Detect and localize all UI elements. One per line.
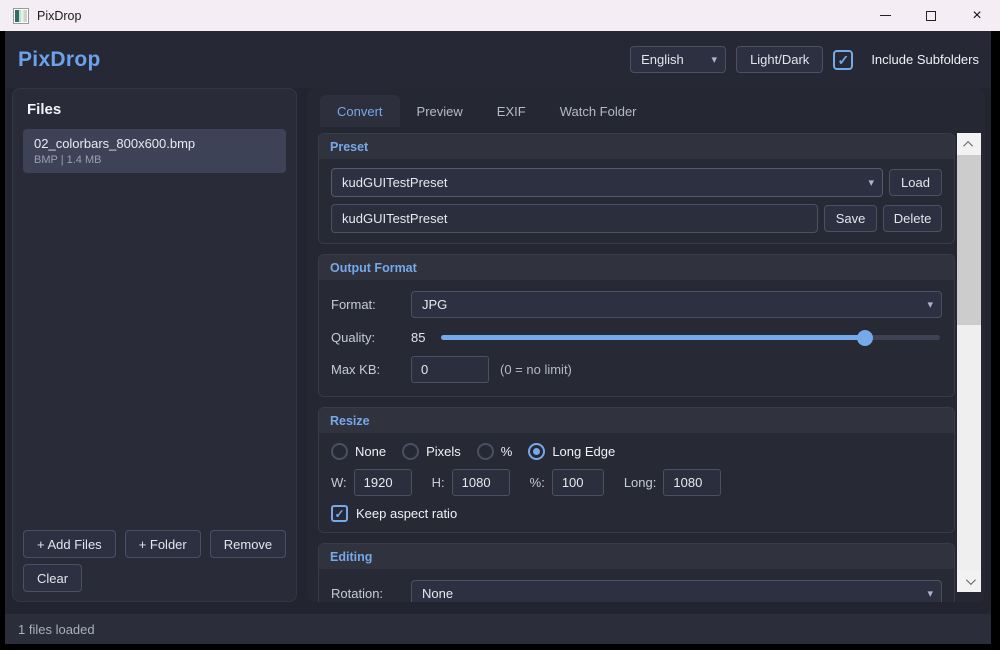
height-label: H:	[432, 475, 445, 490]
theme-toggle-button[interactable]: Light/Dark	[736, 46, 823, 73]
check-icon: ✓	[837, 53, 849, 67]
app-title: PixDrop	[5, 48, 630, 72]
files-panel: Files 02_colorbars_800x600.bmp BMP | 1.4…	[12, 88, 297, 602]
scroll-down-button[interactable]	[957, 570, 981, 592]
chevron-down-icon: ▾	[868, 176, 874, 189]
main-panel: Convert Preview EXIF Watch Folder Preset…	[307, 88, 985, 602]
files-panel-title: Files	[13, 89, 296, 118]
check-icon: ✓	[334, 508, 344, 520]
os-titlebar: PixDrop ×	[0, 0, 1000, 31]
preset-section-title: Preset	[319, 134, 954, 159]
preset-load-button[interactable]: Load	[889, 169, 942, 196]
keep-aspect-checkbox[interactable]: ✓	[331, 505, 348, 522]
close-button[interactable]: ×	[954, 0, 1000, 31]
maximize-icon	[926, 11, 936, 21]
maxkb-hint: (0 = no limit)	[500, 362, 572, 377]
app-header: PixDrop English ▾ Light/Dark ✓ Include S…	[5, 31, 991, 88]
quality-slider-fill	[441, 335, 865, 340]
quality-label: Quality:	[331, 330, 411, 345]
resize-radio-long-edge[interactable]	[528, 443, 545, 460]
maximize-button[interactable]	[908, 0, 954, 31]
resize-section-title: Resize	[319, 408, 954, 433]
preset-delete-button[interactable]: Delete	[883, 205, 942, 232]
clear-button[interactable]: Clear	[23, 564, 82, 592]
output-format-section: Output Format Format: JPG ▾ Quality: 85	[318, 254, 955, 397]
tab-convert[interactable]: Convert	[320, 95, 400, 127]
vertical-scrollbar[interactable]	[957, 133, 981, 592]
minimize-button[interactable]	[862, 0, 908, 31]
resize-radio-none[interactable]	[331, 443, 348, 460]
keep-aspect-label: Keep aspect ratio	[356, 506, 457, 521]
chevron-down-icon: ▾	[712, 53, 718, 66]
quality-slider-thumb[interactable]	[857, 330, 873, 346]
maxkb-label: Max KB:	[331, 362, 411, 377]
chevron-down-icon	[965, 575, 975, 585]
preset-name-input[interactable]	[331, 204, 818, 233]
app-window: PixDrop English ▾ Light/Dark ✓ Include S…	[5, 31, 991, 644]
long-edge-label: Long:	[624, 475, 657, 490]
scrollbar-thumb[interactable]	[957, 155, 981, 325]
resize-radio-percent-label: %	[501, 444, 513, 459]
width-label: W:	[331, 475, 347, 490]
resize-radio-none-label: None	[355, 444, 386, 459]
add-files-button[interactable]: + Add Files	[23, 530, 116, 558]
maxkb-input[interactable]	[411, 356, 489, 383]
scroll-up-button[interactable]	[957, 133, 981, 155]
preset-select[interactable]: kudGUITestPreset ▾	[331, 168, 883, 197]
preset-select-value: kudGUITestPreset	[342, 175, 448, 190]
include-subfolders-label: Include Subfolders	[871, 52, 979, 67]
language-select-value: English	[641, 52, 684, 67]
convert-tab-content: Preset kudGUITestPreset ▾ Load Save Dele…	[318, 133, 955, 602]
resize-radio-pixels-label: Pixels	[426, 444, 461, 459]
format-label: Format:	[331, 297, 411, 312]
status-text: 1 files loaded	[18, 622, 95, 637]
percent-input[interactable]	[552, 469, 604, 496]
resize-radio-pixels[interactable]	[402, 443, 419, 460]
output-format-section-title: Output Format	[319, 255, 954, 280]
resize-radio-percent[interactable]	[477, 443, 494, 460]
chevron-up-icon	[963, 140, 973, 150]
language-select[interactable]: English ▾	[630, 46, 726, 73]
editing-section-title: Editing	[319, 544, 954, 569]
app-window-icon	[13, 8, 29, 24]
width-input[interactable]	[354, 469, 412, 496]
quality-value: 85	[411, 330, 441, 345]
status-bar: 1 files loaded	[5, 614, 991, 644]
rotation-select-value: None	[422, 586, 453, 601]
rotation-label: Rotation:	[331, 586, 411, 601]
include-subfolders-checkbox[interactable]: ✓	[833, 50, 853, 70]
tab-preview[interactable]: Preview	[400, 95, 480, 127]
quality-slider[interactable]	[441, 335, 940, 340]
format-select[interactable]: JPG ▾	[411, 291, 942, 318]
tab-watch-folder[interactable]: Watch Folder	[543, 95, 654, 127]
resize-section: Resize None Pixels % Long Edge W:	[318, 407, 955, 533]
add-folder-button[interactable]: + Folder	[125, 530, 201, 558]
long-edge-input[interactable]	[663, 469, 721, 496]
remove-button[interactable]: Remove	[210, 530, 286, 558]
tab-bar: Convert Preview EXIF Watch Folder	[320, 95, 654, 127]
file-list-item[interactable]: 02_colorbars_800x600.bmp BMP | 1.4 MB	[23, 129, 286, 173]
close-icon: ×	[972, 8, 981, 24]
percent-label: %:	[530, 475, 545, 490]
file-name: 02_colorbars_800x600.bmp	[34, 136, 275, 151]
format-select-value: JPG	[422, 297, 447, 312]
preset-section: Preset kudGUITestPreset ▾ Load Save Dele…	[318, 133, 955, 244]
window-title: PixDrop	[37, 9, 81, 23]
chevron-down-icon: ▾	[927, 587, 933, 600]
editing-section: Editing Rotation: None ▾ ✓ Flip H ✓ Flip…	[318, 543, 955, 602]
chevron-down-icon: ▾	[927, 298, 933, 311]
rotation-select[interactable]: None ▾	[411, 580, 942, 602]
tab-exif[interactable]: EXIF	[480, 95, 543, 127]
minimize-icon	[880, 15, 891, 16]
file-meta: BMP | 1.4 MB	[34, 154, 275, 166]
preset-save-button[interactable]: Save	[824, 205, 877, 232]
resize-radio-long-edge-label: Long Edge	[552, 444, 615, 459]
height-input[interactable]	[452, 469, 510, 496]
